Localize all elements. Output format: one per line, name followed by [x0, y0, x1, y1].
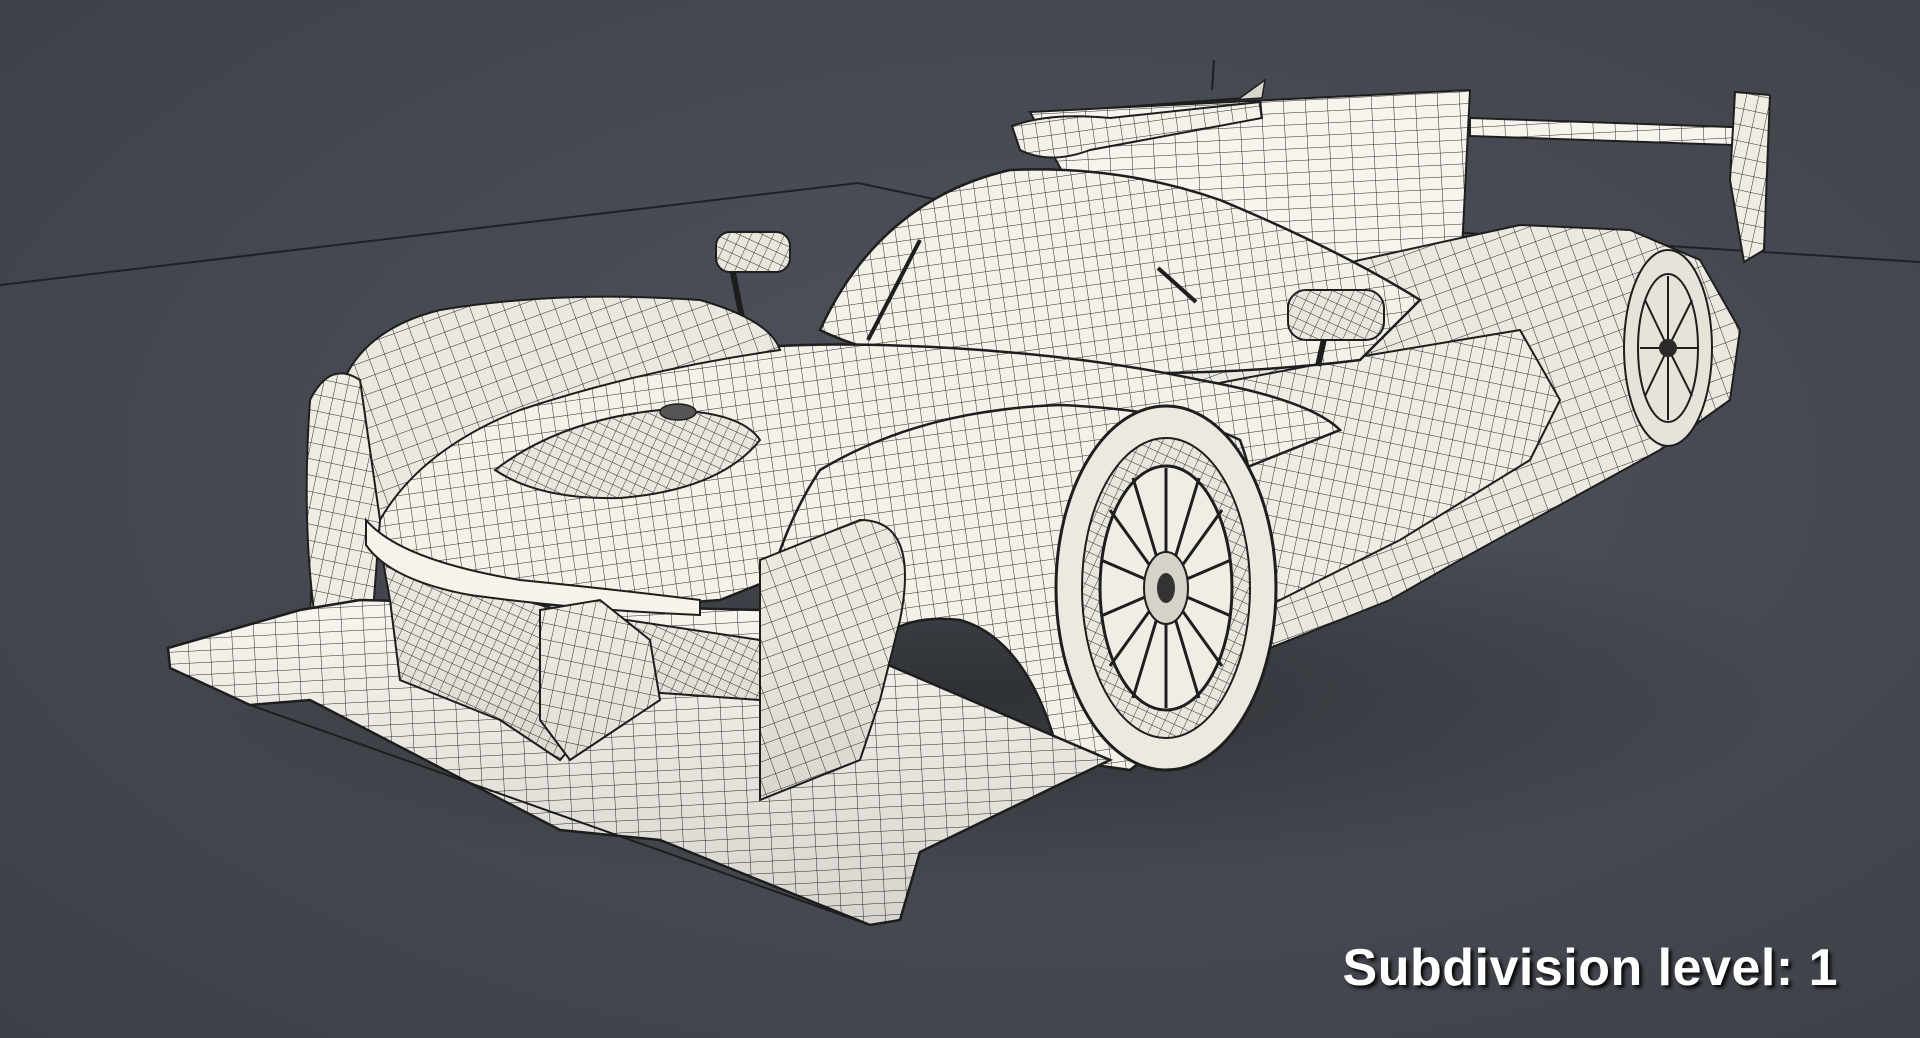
- left-mirror: [715, 231, 791, 319]
- rear-wheel: [1623, 249, 1713, 447]
- front-wheel: [1054, 404, 1278, 772]
- wireframe-scene: [0, 59, 1920, 927]
- subdivision-level-caption: Subdivision level: 1: [1342, 939, 1838, 997]
- render-viewport: Subdivision level: 1: [0, 0, 1920, 1038]
